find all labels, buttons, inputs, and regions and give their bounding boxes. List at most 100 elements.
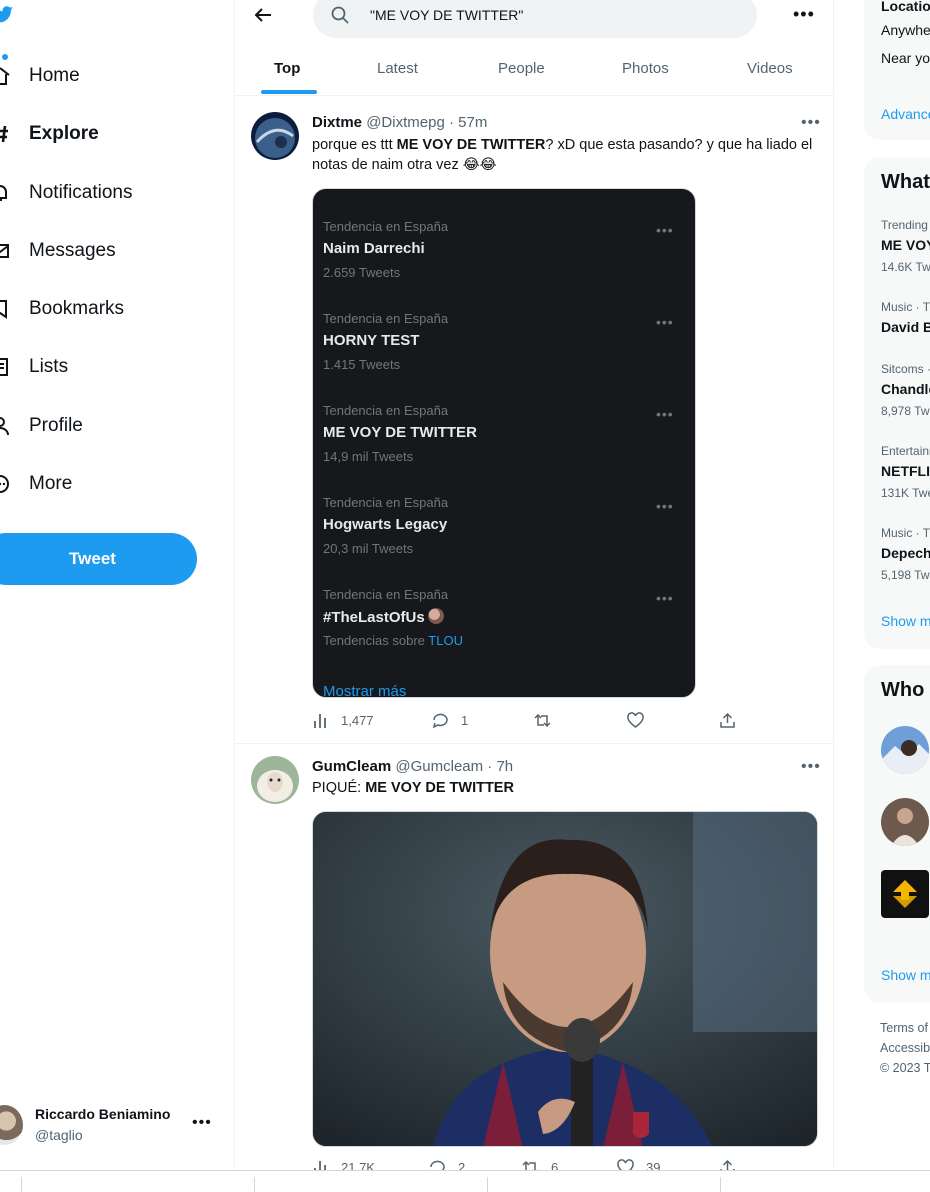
- tab-photos[interactable]: Photos: [622, 60, 669, 77]
- views-button[interactable]: 1,477: [312, 712, 374, 729]
- share-icon: [720, 1159, 735, 1170]
- tweet-photo[interactable]: [312, 811, 818, 1147]
- nav-label-notifications: Notifications: [29, 182, 133, 203]
- share-button[interactable]: [719, 712, 736, 729]
- trend-context[interactable]: Music · Trending: [881, 300, 930, 314]
- trends-card: What's happening Trending in Spain ME VO…: [864, 157, 930, 649]
- footer-link[interactable]: Terms of Service: [880, 1021, 930, 1035]
- tab-videos[interactable]: Videos: [747, 60, 793, 77]
- avatar[interactable]: [881, 870, 929, 918]
- more-dots-icon: •••: [656, 498, 674, 514]
- nav-label-profile: Profile: [29, 415, 83, 436]
- divider: [720, 1177, 721, 1192]
- analytics-icon: [314, 1161, 326, 1170]
- trend-count: 8,978 Tweets: [881, 404, 930, 418]
- more-circle-icon: [0, 475, 9, 493]
- bookmark-icon: [0, 300, 7, 319]
- who-to-follow-card: Who to follow Show more: [864, 665, 930, 1003]
- nav-label-bookmarks: Bookmarks: [29, 298, 125, 319]
- person-icon: [0, 417, 9, 436]
- bottom-bar: [0, 1170, 930, 1192]
- tweet-text: porque es ttt ME VOY DE TWITTER? xD que …: [312, 135, 817, 175]
- trend-title[interactable]: NETFLIX: [881, 463, 930, 479]
- twitter-logo-icon[interactable]: [0, 4, 14, 26]
- location-near-you[interactable]: Near you: [881, 50, 930, 66]
- like-button[interactable]: [627, 712, 656, 729]
- search-filters-card: Location Anywhere Near you Advanced sear…: [864, 0, 930, 140]
- trends-show-more[interactable]: Show more: [881, 613, 930, 629]
- search-options-icon[interactable]: •••: [793, 4, 815, 25]
- trend-count: 131K Tweets: [881, 486, 930, 500]
- tweet-more-icon[interactable]: •••: [801, 114, 821, 132]
- trend-title[interactable]: Depeche Mode: [881, 545, 930, 561]
- tweet-separator: ·: [448, 114, 454, 131]
- tweet-time[interactable]: 7h: [496, 758, 513, 775]
- back-arrow-icon[interactable]: [253, 5, 273, 25]
- location-anywhere[interactable]: Anywhere: [881, 22, 930, 38]
- list-icon: [0, 358, 8, 376]
- retweet-button[interactable]: 6: [522, 1159, 558, 1170]
- image-trend-item: Tendencia en España #TheLastOfUs Tendenc…: [323, 587, 683, 667]
- image-trend-count: 14,9 mil Tweets: [323, 449, 414, 464]
- trends-title: What's happening: [881, 171, 930, 193]
- trend-title[interactable]: David Bisbal: [881, 319, 930, 335]
- tab-top[interactable]: Top: [274, 60, 300, 77]
- account-name: Riccardo Beniamino: [35, 1106, 171, 1122]
- retweet-button[interactable]: [534, 712, 563, 729]
- avatar[interactable]: [251, 112, 299, 160]
- more-dots-icon: •••: [656, 222, 674, 238]
- avatar[interactable]: [881, 798, 929, 846]
- image-trend-item: Tendencia en España ME VOY DE TWITTER 14…: [323, 403, 683, 483]
- tweet-time[interactable]: 57m: [458, 114, 487, 131]
- reply-button[interactable]: 1: [432, 712, 468, 729]
- image-trend-count: 20,3 mil Tweets: [323, 541, 414, 556]
- like-count: 39: [646, 1160, 661, 1170]
- tweet-text-highlight: ME VOY DE TWITTER: [365, 780, 514, 796]
- image-trend-title: #TheLastOfUs: [323, 608, 444, 626]
- like-button[interactable]: 39: [617, 1159, 660, 1170]
- trend-context[interactable]: Music · Trending: [881, 526, 930, 540]
- tweet-more-icon[interactable]: •••: [801, 758, 821, 776]
- tweet-author-handle[interactable]: @Dixtmepg: [366, 114, 445, 131]
- tweet-button[interactable]: Tweet: [0, 533, 197, 585]
- tweet-author-name[interactable]: GumCleam: [312, 758, 391, 775]
- photo-illustration: [313, 812, 817, 1146]
- bell-icon: [0, 185, 7, 201]
- footer-link[interactable]: Accessibility: [880, 1041, 930, 1055]
- who-to-follow-show-more[interactable]: Show more: [881, 967, 930, 983]
- search-input[interactable]: "ME VOY DE TWITTER": [313, 0, 757, 38]
- search-icon: [331, 6, 349, 24]
- tweet[interactable]: Dixtme @Dixtmepg · 57m ••• porque es ttt…: [235, 100, 833, 744]
- more-dots-icon: •••: [656, 314, 674, 330]
- hashtag-icon: [0, 125, 8, 143]
- trend-title[interactable]: ME VOY DE TWITTER: [881, 237, 930, 253]
- image-trend-count: 2.659 Tweets: [323, 265, 401, 280]
- share-button[interactable]: [719, 1159, 736, 1170]
- trend-context[interactable]: Entertainment · Trending: [881, 444, 930, 458]
- tweet-author-handle[interactable]: @Gumcleam: [395, 758, 483, 775]
- image-trend-title: Naim Darrechi: [323, 240, 425, 257]
- account-handle: @taglio: [35, 1127, 83, 1143]
- tab-latest[interactable]: Latest: [377, 60, 418, 77]
- nav-label-home: Home: [29, 65, 80, 86]
- tweet[interactable]: GumCleam @Gumcleam · 7h ••• PIQUÉ: ME VO…: [235, 744, 833, 1170]
- trend-context[interactable]: Trending in Spain: [881, 218, 930, 232]
- tweet-text-part: porque es ttt: [312, 137, 397, 153]
- tweet-author-name[interactable]: Dixtme: [312, 114, 362, 131]
- reply-button[interactable]: 2: [429, 1159, 465, 1170]
- tweet-separator: ·: [487, 758, 493, 775]
- trend-title[interactable]: Chandler: [881, 381, 930, 397]
- account-switcher[interactable]: Riccardo Beniamino @taglio •••: [0, 1100, 220, 1150]
- tweet-header: GumCleam @Gumcleam · 7h: [312, 758, 513, 775]
- avatar[interactable]: [251, 756, 299, 804]
- image-trend-item: Tendencia en España HORNY TEST 1.415 Twe…: [323, 311, 683, 391]
- more-dots-icon[interactable]: •••: [192, 1114, 212, 1132]
- avatar[interactable]: [881, 726, 929, 774]
- trend-context[interactable]: Sitcoms · Trending: [881, 362, 930, 376]
- advanced-search-link[interactable]: Advanced search: [881, 106, 930, 122]
- tweet-image-trends-screenshot[interactable]: Tendencia en España Naim Darrechi 2.659 …: [312, 188, 696, 698]
- views-button[interactable]: 21.7K: [312, 1159, 375, 1170]
- tab-people[interactable]: People: [498, 60, 545, 77]
- image-trend-title: ME VOY DE TWITTER: [323, 424, 477, 441]
- trend-count: 14.6K Tweets: [881, 260, 930, 274]
